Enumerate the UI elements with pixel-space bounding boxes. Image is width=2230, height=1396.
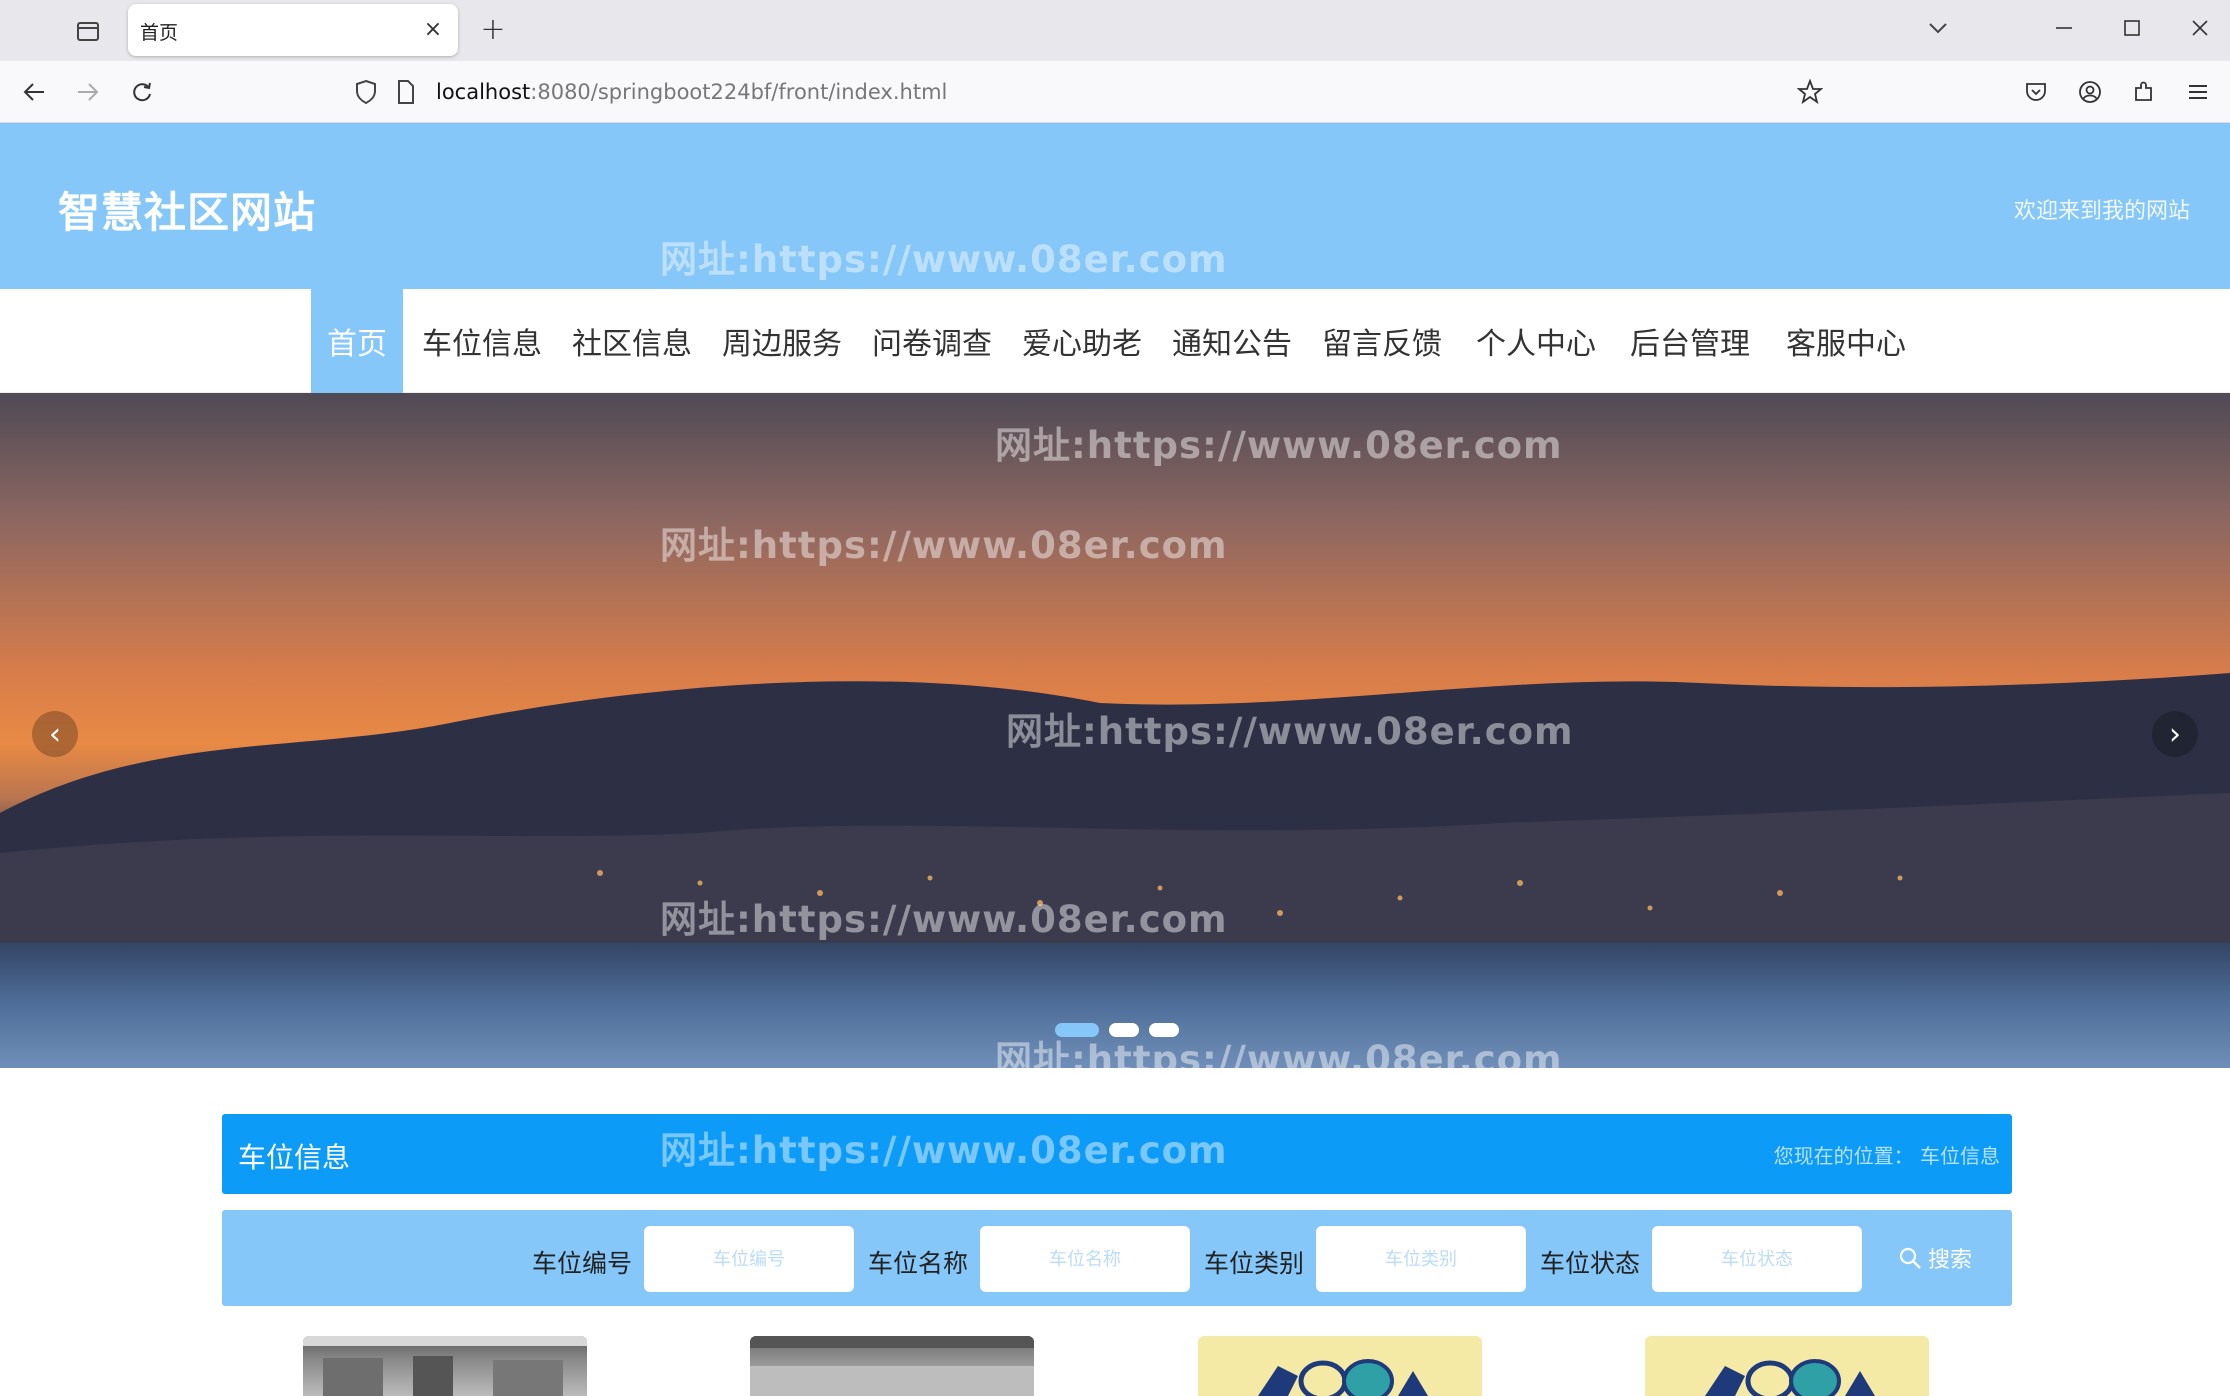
page-info-icon[interactable] bbox=[396, 79, 416, 109]
watermark: 网址:https://www.08er.com bbox=[660, 238, 1228, 281]
menu-item-elder-care[interactable]: 爱心助老 bbox=[1018, 289, 1146, 393]
menu-item-nearby-services[interactable]: 周边服务 bbox=[718, 289, 846, 393]
search-button-label: 搜索 bbox=[1928, 1248, 1973, 1273]
parking-card-image[interactable] bbox=[1198, 1336, 1482, 1396]
watermark: 网址:https://www.08er.com bbox=[995, 1038, 1563, 1068]
tab-title: 首页 bbox=[140, 22, 179, 44]
bookmark-star-icon[interactable] bbox=[1792, 74, 1828, 110]
watermark: 网址:https://www.08er.com bbox=[660, 524, 1228, 567]
card-thumbnail bbox=[1705, 1359, 1875, 1396]
parking-status-input[interactable] bbox=[1652, 1226, 1862, 1292]
watermark: 网址:https://www.08er.com bbox=[1006, 710, 1574, 753]
menu-item-admin[interactable]: 后台管理 bbox=[1626, 289, 1754, 393]
close-window-icon[interactable] bbox=[2180, 10, 2220, 46]
watermark: 网址:https://www.08er.com bbox=[995, 424, 1563, 467]
browser-tab[interactable]: 首页 × bbox=[128, 4, 458, 56]
shield-icon[interactable] bbox=[354, 79, 378, 109]
menu-item-parking[interactable]: 车位信息 bbox=[418, 289, 546, 393]
menu-hamburger-icon[interactable] bbox=[2180, 74, 2216, 110]
minimize-icon[interactable] bbox=[2044, 10, 2084, 46]
carousel-prev-arrow[interactable]: ‹ bbox=[32, 711, 78, 757]
menu-item-survey[interactable]: 问卷调查 bbox=[868, 289, 996, 393]
welcome-text: 欢迎来到我的网站 bbox=[2013, 199, 2190, 224]
parking-category-label: 车位类别 bbox=[1204, 1249, 1305, 1278]
back-arrow-icon[interactable] bbox=[16, 74, 52, 110]
forward-arrow-icon[interactable] bbox=[70, 74, 106, 110]
pocket-icon[interactable] bbox=[2018, 74, 2054, 110]
watermark: 网址:https://www.08er.com bbox=[660, 898, 1228, 941]
new-tab-icon[interactable]: + bbox=[478, 12, 508, 47]
address-bar[interactable]: localhost:8080/springboot224bf/front/ind… bbox=[350, 66, 1840, 118]
parking-card-image[interactable] bbox=[1645, 1336, 1929, 1396]
parking-name-input[interactable] bbox=[980, 1226, 1190, 1292]
parking-card-image[interactable] bbox=[750, 1336, 1034, 1396]
menu-item-customer-service[interactable]: 客服中心 bbox=[1782, 289, 1910, 393]
close-tab-icon[interactable]: × bbox=[420, 16, 446, 42]
menu-item-personal-center[interactable]: 个人中心 bbox=[1472, 289, 1600, 393]
main-menu: 首页 车位信息 社区信息 周边服务 问卷调查 爱心助老 通知公告 留言反馈 个人… bbox=[0, 289, 2230, 393]
parking-status-label: 车位状态 bbox=[1540, 1249, 1641, 1278]
site-header: 智慧社区网站 欢迎来到我的网站 网址:https://www.08er.com bbox=[0, 123, 2230, 289]
extensions-icon[interactable] bbox=[2126, 74, 2162, 110]
parking-number-label: 车位编号 bbox=[532, 1249, 633, 1278]
carousel-next-arrow[interactable]: › bbox=[2152, 711, 2198, 757]
banner-carousel[interactable]: ‹ › 网址:https://www.08er.com 网址:https://w… bbox=[0, 393, 2230, 1068]
parking-card-image[interactable] bbox=[303, 1336, 587, 1396]
menu-item-notices[interactable]: 通知公告 bbox=[1168, 289, 1296, 393]
tab-overview-icon[interactable] bbox=[68, 14, 108, 48]
browser-tab-bar: 首页 × + bbox=[0, 0, 2230, 61]
menu-item-home[interactable]: 首页 bbox=[311, 289, 403, 393]
parking-name-label: 车位名称 bbox=[868, 1249, 969, 1278]
section-header: 车位信息 网址:https://www.08er.com 您现在的位置： 车位信… bbox=[222, 1114, 2012, 1194]
parking-number-input[interactable] bbox=[644, 1226, 854, 1292]
card-thumbnail bbox=[1258, 1359, 1428, 1396]
account-icon[interactable] bbox=[2072, 74, 2108, 110]
reload-icon[interactable] bbox=[124, 74, 160, 110]
maximize-icon[interactable] bbox=[2112, 10, 2152, 46]
browser-nav-bar: localhost:8080/springboot224bf/front/ind… bbox=[0, 61, 2230, 123]
watermark: 网址:https://www.08er.com bbox=[660, 1129, 1228, 1172]
parking-category-input[interactable] bbox=[1316, 1226, 1526, 1292]
card-thumbnail bbox=[303, 1336, 587, 1396]
site-title[interactable]: 智慧社区网站 bbox=[58, 179, 316, 240]
search-form: 车位编号 车位名称 车位类别 车位状态 搜索 bbox=[222, 1210, 2012, 1306]
section-title: 车位信息 bbox=[238, 1141, 351, 1174]
tab-list-chevron-icon[interactable] bbox=[1918, 10, 1958, 46]
menu-item-community[interactable]: 社区信息 bbox=[568, 289, 696, 393]
search-button[interactable]: 搜索 bbox=[1898, 1240, 1972, 1276]
search-icon bbox=[1899, 1247, 1921, 1269]
card-thumbnail bbox=[750, 1336, 1034, 1396]
url-text[interactable]: localhost:8080/springboot224bf/front/ind… bbox=[436, 80, 947, 104]
menu-item-feedback[interactable]: 留言反馈 bbox=[1318, 289, 1446, 393]
breadcrumb: 您现在的位置： 车位信息 bbox=[1773, 1144, 2000, 1168]
